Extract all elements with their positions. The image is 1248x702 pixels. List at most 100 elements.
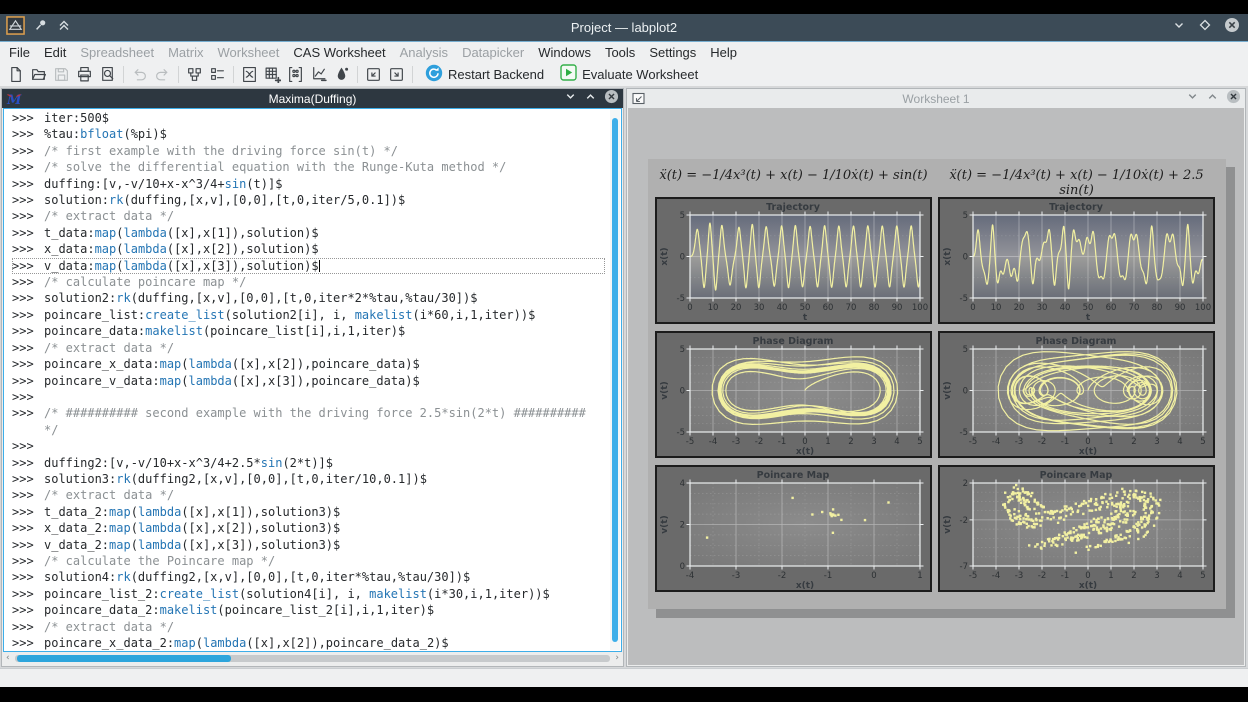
code-line: >>>/* calculate poincare map */	[12, 274, 605, 290]
plot-phase-diagram-2[interactable]: -5-4-3-2-1012345-505Phase Diagramx(t)v(t…	[938, 331, 1215, 458]
svg-text:5: 5	[963, 345, 968, 355]
worksheet-close-button[interactable]	[1226, 89, 1241, 109]
code-line: >>>/* extract data */	[12, 340, 605, 356]
new-datapicker-button[interactable]	[307, 63, 330, 85]
pin-icon[interactable]	[34, 18, 48, 37]
svg-text:-2: -2	[960, 516, 968, 526]
svg-text:5: 5	[680, 211, 685, 221]
worksheet-view[interactable]: ẍ(t) = −1/4x³(t) + x(t) − 1/10ẋ(t) + sin…	[628, 108, 1244, 665]
page-shadow-bottom	[656, 609, 1235, 618]
color-scheme-button[interactable]	[330, 63, 353, 85]
titlebar[interactable]: Project — labplot2	[0, 14, 1248, 41]
new-spreadsheet-button[interactable]	[261, 63, 284, 85]
svg-text:t: t	[803, 313, 808, 322]
toolbar-separator	[357, 66, 358, 83]
menu-cas-worksheet[interactable]: CAS Worksheet	[286, 45, 392, 60]
plot-trajectory-1[interactable]: 0102030405060708090100-505Trajectorytx(t…	[655, 197, 932, 324]
shade-window-icon[interactable]	[57, 18, 71, 37]
code-line: >>>poincare_data:makelist(poincare_list[…	[12, 323, 605, 339]
svg-text:Poincare Map: Poincare Map	[757, 470, 830, 481]
evaluate-worksheet-button[interactable]: Evaluate Worksheet	[552, 63, 706, 85]
print-button[interactable]	[73, 63, 96, 85]
project-explorer-button[interactable]	[183, 63, 206, 85]
maxima-restore-button[interactable]	[584, 90, 597, 108]
minimize-button[interactable]	[1172, 18, 1186, 37]
code-line: >>>poincare_x_data_2:map(lambda([x],x[2]…	[12, 635, 605, 651]
open-document-button[interactable]	[27, 63, 50, 85]
letterbox-top	[0, 0, 1248, 14]
code-line: >>>/* calculate the Poincare map */	[12, 553, 605, 569]
maxima-vertical-scrollbar[interactable]	[610, 110, 620, 650]
maxima-subwindow: M Maxima(Duffing) >>>iter:500$>>>%tau:bf…	[1, 88, 624, 667]
svg-text:50: 50	[800, 303, 811, 313]
menu-tools[interactable]: Tools	[598, 45, 642, 60]
maxima-close-button[interactable]	[604, 89, 619, 109]
worksheet-restore-button[interactable]	[1206, 90, 1219, 108]
svg-text:10: 10	[708, 303, 719, 313]
svg-text:50: 50	[1083, 303, 1094, 313]
plot-poincare-map-2[interactable]: -5-4-3-2-10123452-2-7Poincare Mapx(t)v(t…	[938, 465, 1215, 592]
plot-poincare-map-1[interactable]: -4-3-2-101024Poincare Mapx(t)v(t)	[655, 465, 932, 592]
menu-spreadsheet: Spreadsheet	[73, 45, 161, 60]
maxima-horizontal-scrollbar[interactable]: ‹ ›	[6, 654, 619, 664]
properties-explorer-button[interactable]	[206, 63, 229, 85]
close-button[interactable]	[1224, 17, 1240, 38]
svg-text:x(t): x(t)	[796, 581, 814, 590]
maxima-horizontal-scrollbar-thumb[interactable]	[17, 655, 231, 662]
dock-bottom-right-button[interactable]	[385, 63, 408, 85]
svg-text:0: 0	[1085, 437, 1090, 447]
menu-edit[interactable]: Edit	[37, 45, 73, 60]
new-document-button[interactable]	[4, 63, 27, 85]
svg-text:5: 5	[1200, 437, 1205, 447]
svg-text:2: 2	[680, 521, 685, 531]
svg-text:v(t): v(t)	[660, 515, 670, 533]
svg-text:-2: -2	[778, 571, 786, 581]
mdi-area: M Maxima(Duffing) >>>iter:500$>>>%tau:bf…	[0, 87, 1248, 668]
maxima-shade-button[interactable]	[564, 90, 577, 108]
code-line: >>>poincare_list:create_list(solution2[i…	[12, 307, 605, 323]
print-preview-button[interactable]	[96, 63, 119, 85]
maxima-horizontal-scrollbar-track[interactable]	[15, 655, 610, 662]
dock-bottom-left-button[interactable]	[362, 63, 385, 85]
undo-button	[128, 63, 151, 85]
svg-text:-3: -3	[732, 437, 740, 447]
maximize-button[interactable]	[1198, 18, 1212, 37]
svg-text:v(t): v(t)	[943, 381, 953, 399]
code-line: >>>x_data_2:map(lambda([x],x[2]),solutio…	[12, 520, 605, 536]
svg-text:v(t): v(t)	[943, 515, 953, 533]
maxima-icon: M	[6, 91, 22, 107]
svg-text:0: 0	[680, 387, 685, 397]
plot-phase-diagram-1[interactable]: -5-4-3-2-1012345-505Phase Diagramx(t)v(t…	[655, 331, 932, 458]
restart-backend-button[interactable]: Restart Backend	[417, 63, 552, 85]
code-line: >>>iter:500$	[12, 110, 605, 126]
plot-trajectory-2[interactable]: 0102030405060708090100-505Trajectorytx(t…	[938, 197, 1215, 324]
svg-text:-7: -7	[960, 562, 968, 572]
svg-text:x(t): x(t)	[796, 447, 814, 456]
worksheet-shade-button[interactable]	[1186, 90, 1199, 108]
svg-text:-5: -5	[960, 294, 968, 304]
menu-help[interactable]: Help	[703, 45, 744, 60]
svg-text:0: 0	[963, 253, 968, 263]
labplot-app-icon	[6, 16, 25, 40]
new-matrix-button[interactable]	[284, 63, 307, 85]
menubar: FileEditSpreadsheetMatrixWorksheetCAS Wo…	[0, 41, 1248, 62]
menu-settings[interactable]: Settings	[642, 45, 703, 60]
maxima-code-area[interactable]: >>>iter:500$>>>%tau:bfloat(%pi)$>>>/* fi…	[3, 108, 622, 652]
svg-text:5: 5	[680, 345, 685, 355]
svg-text:x(t): x(t)	[943, 247, 953, 265]
menu-windows[interactable]: Windows	[531, 45, 598, 60]
scroll-left-arrow-icon[interactable]: ‹	[6, 653, 10, 663]
scroll-right-arrow-icon[interactable]: ›	[615, 653, 619, 663]
maxima-subwindow-titlebar[interactable]: M Maxima(Duffing)	[2, 89, 623, 108]
maxima-vertical-scrollbar-thumb[interactable]	[612, 118, 618, 642]
code-line: >>>	[12, 438, 605, 454]
worksheet-subwindow-titlebar[interactable]: Worksheet 1	[627, 89, 1245, 108]
code-line: >>>/* ########## second example with the…	[12, 405, 605, 421]
svg-text:3: 3	[1154, 437, 1159, 447]
svg-text:70: 70	[846, 303, 857, 313]
new-cas-worksheet-button[interactable]	[238, 63, 261, 85]
worksheet-icon	[631, 91, 646, 106]
code-line: >>>/* first example with the driving for…	[12, 143, 605, 159]
svg-text:40: 40	[777, 303, 788, 313]
menu-file[interactable]: File	[2, 45, 37, 60]
